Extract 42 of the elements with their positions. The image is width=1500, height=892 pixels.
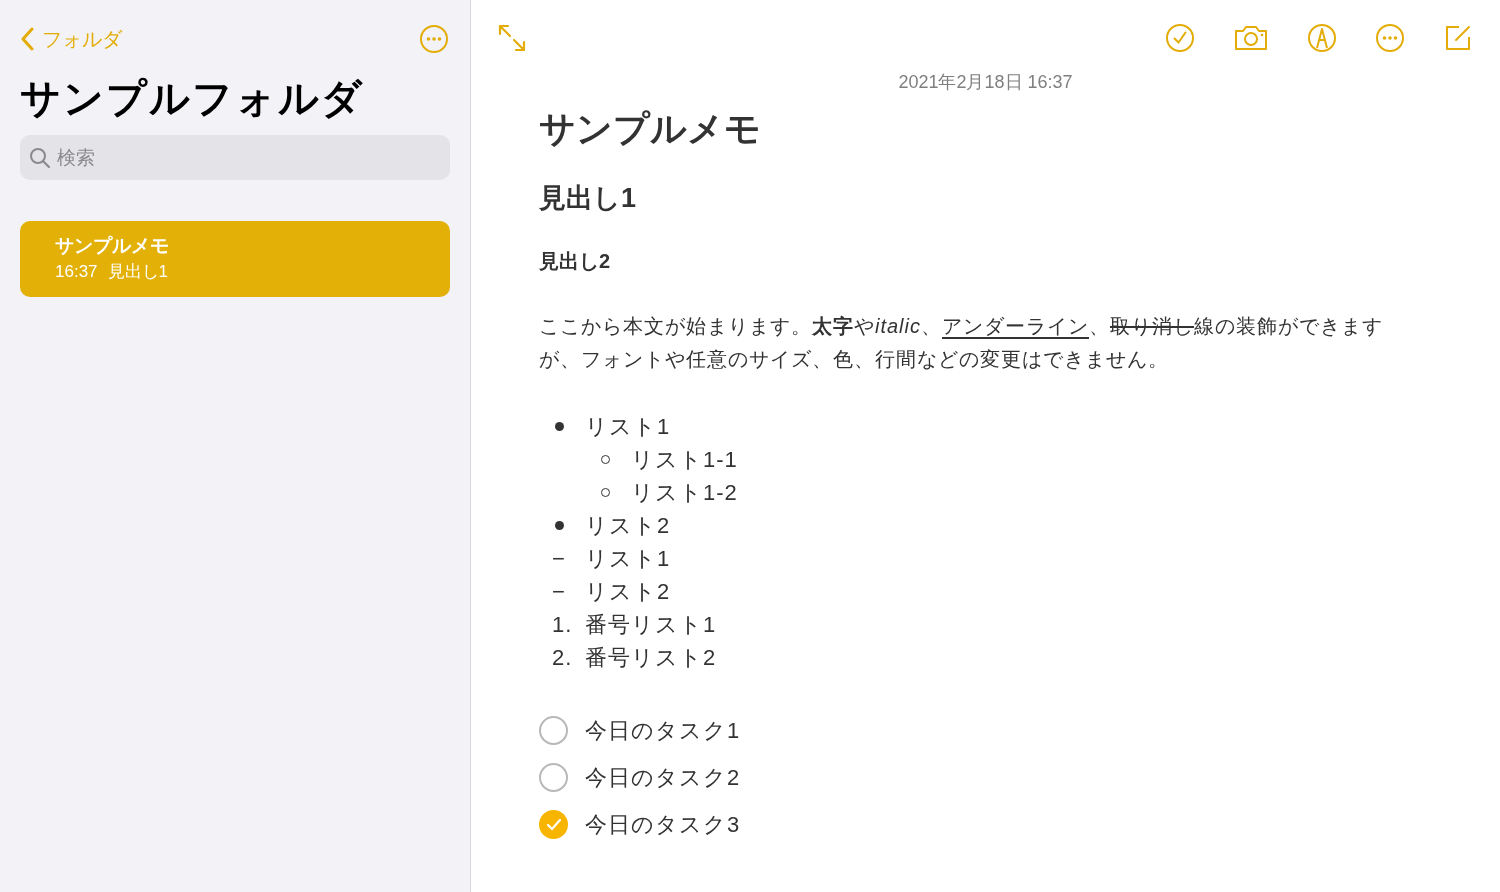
list-item: リスト1	[585, 545, 671, 573]
folder-title: サンプルフォルダ	[20, 76, 365, 120]
task-text: 今日のタスク3	[585, 811, 741, 839]
list-item: リスト1-2	[631, 479, 738, 507]
more-icon[interactable]	[419, 24, 449, 54]
bullet-icon	[555, 521, 564, 530]
note-title: サンプルメモ	[55, 234, 170, 258]
note-preview: 見出し1	[107, 261, 168, 283]
bullet-icon	[555, 422, 564, 431]
note-time: 16:37	[55, 261, 98, 283]
list-item: リスト2	[585, 578, 671, 606]
markup-icon[interactable]	[1307, 23, 1337, 53]
list-item: リスト2	[585, 512, 671, 540]
list-marker: 1.	[552, 612, 573, 637]
heading-1: 見出し1	[539, 182, 638, 215]
search-icon	[29, 147, 51, 169]
camera-icon[interactable]	[1233, 24, 1269, 52]
chevron-left-icon	[20, 27, 34, 51]
checklist-icon[interactable]	[1165, 23, 1195, 53]
list-marker: −	[552, 579, 566, 604]
checkmark-icon	[545, 817, 562, 832]
heading-2: 見出し2	[539, 249, 612, 274]
list-marker: 2.	[552, 645, 573, 670]
compose-icon[interactable]	[1443, 23, 1473, 53]
list-item: リスト1	[585, 413, 671, 441]
list-item: 番号リスト1	[585, 611, 717, 639]
task-text: 今日のタスク1	[585, 717, 741, 745]
list-marker: −	[552, 546, 566, 571]
task-checkbox[interactable]	[539, 716, 568, 745]
more-icon[interactable]	[1375, 23, 1405, 53]
task-text: 今日のタスク2	[585, 764, 741, 792]
back-button[interactable]: フォルダ	[20, 24, 122, 54]
task-checkbox[interactable]	[539, 810, 568, 839]
list-item: リスト1-1	[631, 446, 738, 474]
task-checkbox[interactable]	[539, 763, 568, 792]
note-item[interactable]: サンプルメモ 16:37 見出し1	[20, 221, 450, 297]
note-date: 2021年2月18日 16:37	[898, 71, 1073, 94]
note-title: サンプルメモ	[539, 107, 762, 151]
expand-icon[interactable]	[497, 23, 527, 53]
list-item: 番号リスト2	[585, 644, 717, 672]
body-paragraph: ここから本文が始まります。太字やitalic、アンダーライン、取り消し線の装飾ができますが、フォントや任意のサイズ、色、行間などの変更はできません。	[539, 314, 1384, 372]
search-field[interactable]: 検索	[20, 135, 450, 180]
